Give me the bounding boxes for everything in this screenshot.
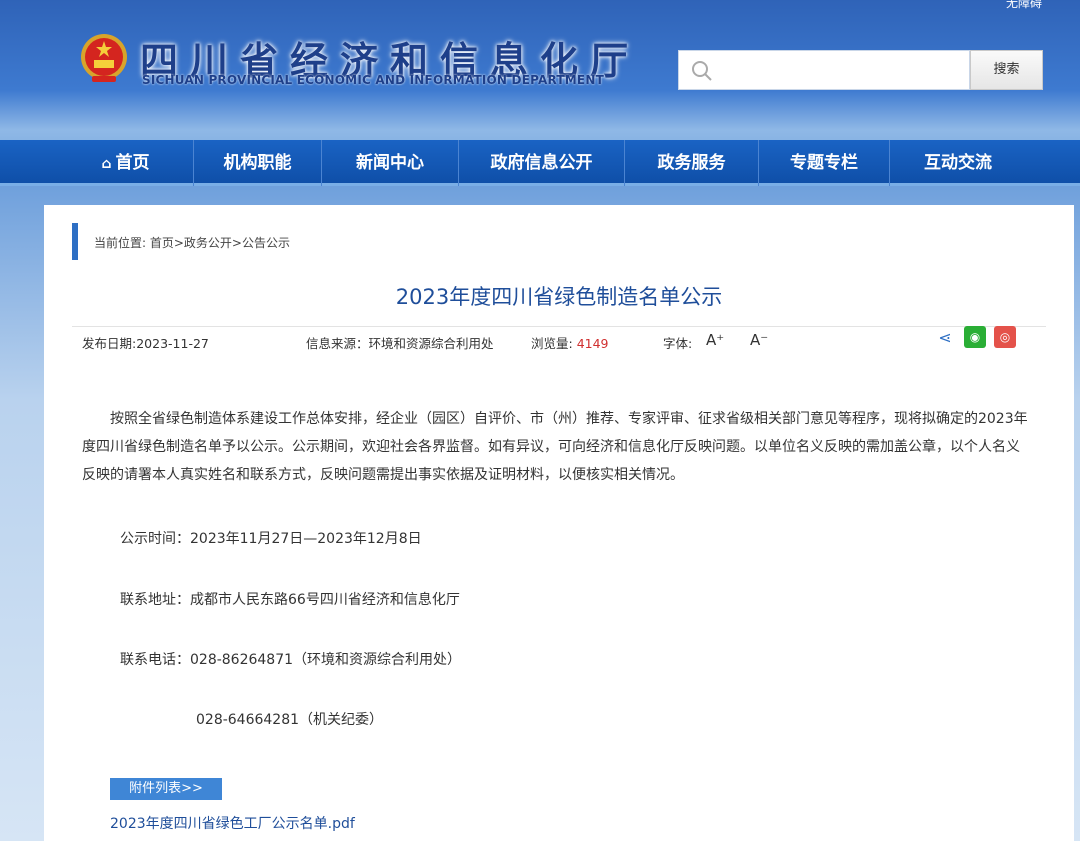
nav-item-topics[interactable]: 专题专栏	[759, 140, 890, 186]
site-header: 无障碍 四川省经济和信息化厅 SICHUAN PROVINCIAL ECONOM…	[0, 0, 1080, 140]
article-title: 2023年度四川省绿色制造名单公示	[395, 285, 723, 309]
share-icons: ⋖ ◉ ◎	[934, 326, 1016, 348]
nav-item-news[interactable]: 新闻中心	[322, 140, 459, 186]
search-box	[678, 50, 970, 90]
publish-date: 发布日期:2023-11-27	[82, 336, 209, 351]
search-icon	[692, 61, 712, 81]
national-emblem-icon	[81, 34, 127, 82]
view-count-label: 浏览量:	[531, 336, 577, 351]
nav-label: 首页	[115, 153, 150, 173]
breadcrumb-marker	[72, 223, 78, 260]
weibo-icon[interactable]: ◎	[994, 326, 1016, 348]
contact-phone-1: 联系电话：028-86264871（环境和资源综合利用处）	[120, 652, 462, 668]
site-subtitle: SICHUAN PROVINCIAL ECONOMIC AND INFORMAT…	[142, 73, 604, 87]
contact-phone-2: 028-64664281（机关纪委）	[196, 712, 384, 728]
share-icon[interactable]: ⋖	[934, 326, 956, 348]
view-count-value: 4149	[576, 336, 609, 351]
notice-period: 公示时间：2023年11月27日—2023年12月8日	[120, 531, 422, 547]
info-source: 信息来源：环境和资源综合利用处	[306, 336, 494, 351]
article-paragraph: 按照全省绿色制造体系建设工作总体安排，经企业（园区）自评价、市（州）推荐、专家评…	[82, 411, 1028, 483]
nav-item-functions[interactable]: 机构职能	[194, 140, 322, 186]
nav-item-gov-info[interactable]: 政府信息公开	[459, 140, 625, 186]
font-smaller-button[interactable]: A⁻	[750, 331, 768, 349]
article-panel: 当前位置: 首页>政务公开>公告公示 2023年度四川省绿色制造名单公示 发布日…	[44, 205, 1074, 841]
article-body: 按照全省绿色制造体系建设工作总体安排，经企业（园区）自评价、市（州）推荐、专家评…	[82, 405, 1032, 489]
nav-item-home[interactable]: ⌂ 首页	[58, 140, 194, 186]
nav-item-interaction[interactable]: 互动交流	[890, 140, 1026, 186]
contact-address: 联系地址：成都市人民东路66号四川省经济和信息化厅	[120, 592, 460, 608]
search-button[interactable]: 搜索	[970, 50, 1043, 90]
view-count: 浏览量: 4149	[531, 333, 609, 352]
font-size-label: 字体:	[663, 336, 693, 351]
attachment-link[interactable]: 2023年度四川省绿色工厂公示名单.pdf	[110, 813, 355, 833]
accessibility-link[interactable]: 无障碍	[1006, 0, 1042, 11]
divider	[72, 326, 1046, 327]
attachments-heading: 附件列表>>	[110, 778, 222, 800]
font-larger-button[interactable]: A⁺	[706, 331, 724, 349]
home-icon: ⌂	[101, 156, 112, 172]
wechat-icon[interactable]: ◉	[964, 326, 986, 348]
breadcrumb[interactable]: 当前位置: 首页>政务公开>公告公示	[94, 234, 290, 251]
nav-item-services[interactable]: 政务服务	[625, 140, 759, 186]
search-input[interactable]	[721, 51, 961, 89]
main-nav: ⌂ 首页 机构职能 新闻中心 政府信息公开 政务服务 专题专栏 互动交流	[0, 140, 1080, 186]
